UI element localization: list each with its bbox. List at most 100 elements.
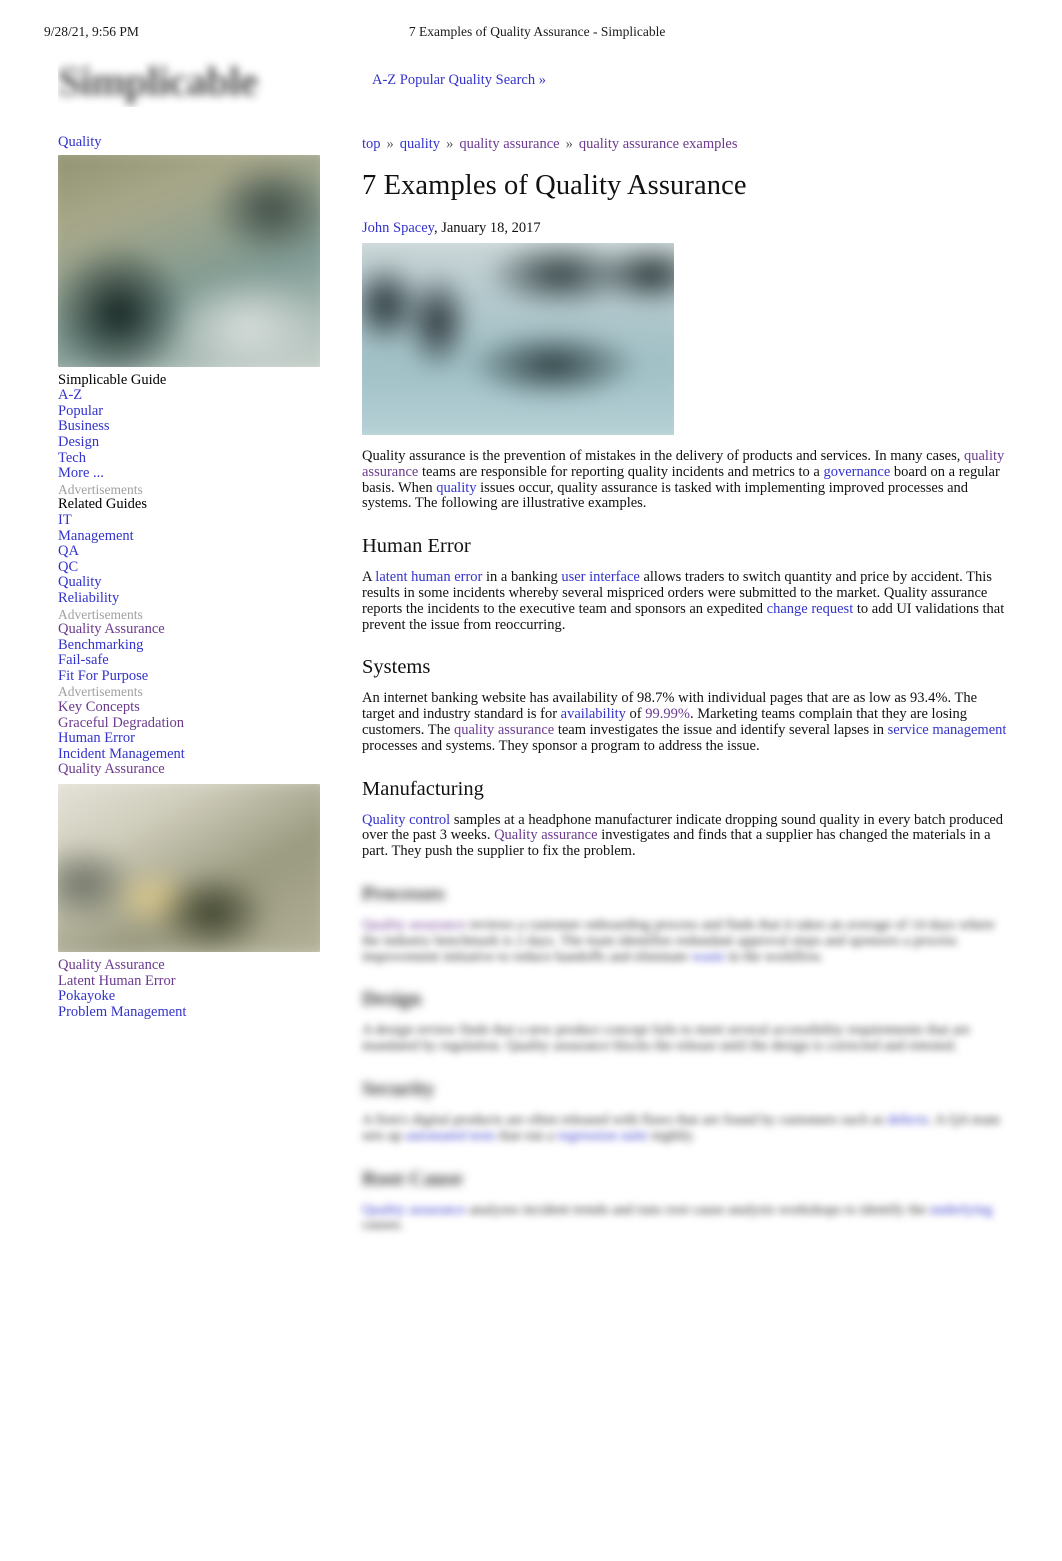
- inline-link-quality-assurance[interactable]: Quality assurance: [362, 917, 465, 933]
- breadcrumb-separator: »: [565, 136, 573, 152]
- breadcrumb-item-quality-assurance[interactable]: quality assurance: [459, 136, 559, 152]
- section-heading-systems: Systems: [362, 656, 431, 679]
- sidebar-item-pokayoke[interactable]: Pokayoke: [58, 989, 328, 1005]
- sidebar-item-design[interactable]: Design: [58, 434, 328, 451]
- paragraph-text: analyzes incident trends and runs root c…: [465, 1201, 930, 1218]
- az-popular-quality-search-link[interactable]: A-Z Popular Quality Search »: [372, 72, 546, 90]
- sidebar-image-1-graphic: [58, 154, 320, 367]
- inline-link-quality[interactable]: quality: [436, 480, 476, 496]
- breadcrumb-item-top[interactable]: top: [362, 136, 381, 152]
- inline-link-change-request[interactable]: change request: [767, 601, 854, 617]
- site-header: Simplicable A-Z Popular Quality Search »: [58, 55, 546, 107]
- inline-link-quality-assurance[interactable]: Quality assurance: [494, 827, 597, 843]
- paragraph-text: A: [362, 569, 376, 586]
- inline-link-waste[interactable]: waste: [692, 949, 725, 965]
- sidebar-item-problem-management[interactable]: Problem Management: [58, 1004, 328, 1021]
- paragraph-text: team investigates the issue and identify…: [554, 721, 888, 738]
- sidebar-item-quality-assurance[interactable]: Quality Assurance: [58, 762, 328, 778]
- sidebar-item-it[interactable]: IT: [58, 512, 328, 529]
- section-paragraph-human-error: A latent human error in a banking user i…: [362, 569, 1010, 633]
- inline-link-quality-assurance[interactable]: quality assurance: [454, 722, 554, 738]
- sidebar-item-business[interactable]: Business: [58, 419, 328, 435]
- sidebar-ad-label-1: Advertisements: [58, 481, 143, 497]
- paragraph-text: is the prevention of mistakes in the del…: [465, 448, 964, 464]
- section-paragraph-systems: An internet banking website has availabi…: [362, 691, 1010, 754]
- inline-link-regression-suite[interactable]: regression suite: [557, 1128, 648, 1144]
- sidebar-image-2: [58, 784, 320, 953]
- sidebar-item-quality-assurance[interactable]: Quality Assurance: [58, 621, 328, 638]
- sidebar-item-popular[interactable]: Popular: [58, 403, 328, 420]
- print-header: 9/28/21, 9:56 PM 7 Examples of Quality A…: [0, 24, 1062, 40]
- section-paragraph-design: A design review finds that a new product…: [362, 1022, 1010, 1055]
- sidebar-item-reliability[interactable]: Reliability: [58, 590, 328, 607]
- paragraph-text: that run a: [495, 1127, 558, 1144]
- print-date: 9/28/21, 9:56 PM: [44, 24, 139, 39]
- sidebar-item-fail-safe[interactable]: Fail-safe: [58, 653, 328, 669]
- paragraph-text: Quality assurance: [362, 448, 466, 464]
- section-heading-security: Security: [362, 1077, 435, 1100]
- inline-link-latent-human-error[interactable]: latent human error: [375, 569, 482, 585]
- inline-link-governance[interactable]: governance: [823, 464, 890, 480]
- sidebar-item-graceful-degradation[interactable]: Graceful Degradation: [58, 715, 328, 732]
- inline-link-99-99[interactable]: 99.99%: [645, 706, 690, 722]
- sidebar-item-qa[interactable]: QA: [58, 544, 328, 560]
- sidebar-group-related: IT Management QA QC Quality Reliability: [58, 512, 328, 607]
- site-logo[interactable]: Simplicable: [58, 55, 354, 107]
- left-sidebar: Quality Simplicable Guide A-Z Popular Busi…: [58, 134, 328, 1021]
- article-sections: Human Error A latent human error in a ban…: [362, 534, 1010, 1234]
- sidebar-item-incident-management[interactable]: Incident Management: [58, 746, 328, 763]
- sidebar-item-human-error[interactable]: Human Error: [58, 731, 328, 747]
- breadcrumb-item-quality-assurance-examples[interactable]: quality assurance examples: [579, 136, 738, 152]
- section-heading-root-cause: Root Cause: [362, 1167, 463, 1190]
- section-paragraph-security: A firm's digital products are often rele…: [362, 1111, 1010, 1145]
- inline-link-availability[interactable]: availability: [561, 706, 626, 722]
- sidebar-item-management[interactable]: Management: [58, 528, 328, 545]
- sidebar-item-quality[interactable]: Quality: [58, 575, 328, 591]
- paragraph-text: A firm's digital products are often rele…: [362, 1111, 888, 1128]
- sidebar-item-key-concepts[interactable]: Key Concepts: [58, 699, 328, 716]
- page-title: 7 Examples of Quality Assurance: [362, 170, 747, 201]
- inline-link-quality-control[interactable]: Quality control: [362, 812, 450, 828]
- inline-link-underlying[interactable]: underlying: [930, 1202, 993, 1218]
- paragraph-text: nightly.: [647, 1127, 696, 1144]
- sidebar-item-fit-for-purpose[interactable]: Fit For Purpose: [58, 668, 328, 685]
- paragraph-text: teams are responsible for reporting qual…: [418, 463, 824, 480]
- sidebar-item-qc[interactable]: QC: [58, 559, 328, 576]
- inline-link-service-management[interactable]: service management: [888, 722, 1007, 738]
- breadcrumb-item-quality[interactable]: quality: [400, 136, 440, 152]
- inline-link-quality-assurance[interactable]: Quality assurance: [362, 1202, 465, 1218]
- sidebar-image-1: [58, 154, 320, 367]
- section-heading-manufacturing: Manufacturing: [362, 777, 484, 800]
- sidebar-heading-simplicable-guide: Simplicable Guide: [58, 371, 167, 388]
- paragraph-text: A design review finds that a new product…: [362, 1022, 970, 1055]
- main-content: top » quality » quality assurance » quality as…: [362, 135, 1010, 1240]
- inline-link-defects[interactable]: defects: [887, 1112, 928, 1128]
- sidebar-item-latent-human-error[interactable]: Latent Human Error: [58, 973, 328, 990]
- article-hero-image-graphic: [362, 243, 674, 435]
- author-link[interactable]: John Spacey: [362, 220, 434, 236]
- sidebar-ad-label-2: Advertisements: [58, 606, 143, 622]
- sidebar-item-a-z[interactable]: A-Z: [58, 388, 328, 404]
- sidebar-item-more[interactable]: More ...: [58, 466, 328, 482]
- print-doc-title: 7 Examples of Quality Assurance - Simpli…: [408, 24, 666, 39]
- sidebar-item-quality-top[interactable]: Quality: [58, 134, 328, 151]
- sidebar-group-4: Key Concepts Graceful Degradation Human Er…: [58, 699, 328, 778]
- sidebar-item-tech[interactable]: Tech: [58, 450, 328, 467]
- sidebar-group-5: Quality Assurance Latent Human Error Pokay…: [58, 957, 328, 1021]
- site-logo-text: Simplicable: [58, 58, 258, 104]
- article-intro-paragraph: Quality assurance is the prevention of m…: [362, 448, 1010, 512]
- inline-link-automated-tests[interactable]: automated tests: [406, 1128, 496, 1144]
- section-paragraph-root-cause: Quality assurance analyzes incident tren…: [362, 1201, 1010, 1235]
- paragraph-text: causes.: [362, 1217, 404, 1234]
- section-heading-processes: Processes: [362, 882, 445, 905]
- breadcrumb-separator: »: [386, 136, 394, 152]
- sidebar-group-3: Quality Assurance Benchmarking Fail-safe Fi…: [58, 621, 328, 685]
- sidebar-item-quality-assurance[interactable]: Quality Assurance: [58, 957, 328, 974]
- inline-link-user-interface[interactable]: user interface: [561, 569, 640, 585]
- paragraph-text: of: [625, 706, 646, 723]
- paragraph-text: in a banking: [482, 569, 562, 586]
- sidebar-group-guide: A-Z Popular Business Design Tech More ...: [58, 388, 328, 482]
- sidebar-image-2-graphic: [58, 784, 320, 953]
- section-heading-design: Design: [362, 988, 422, 1011]
- sidebar-item-benchmarking[interactable]: Benchmarking: [58, 637, 328, 654]
